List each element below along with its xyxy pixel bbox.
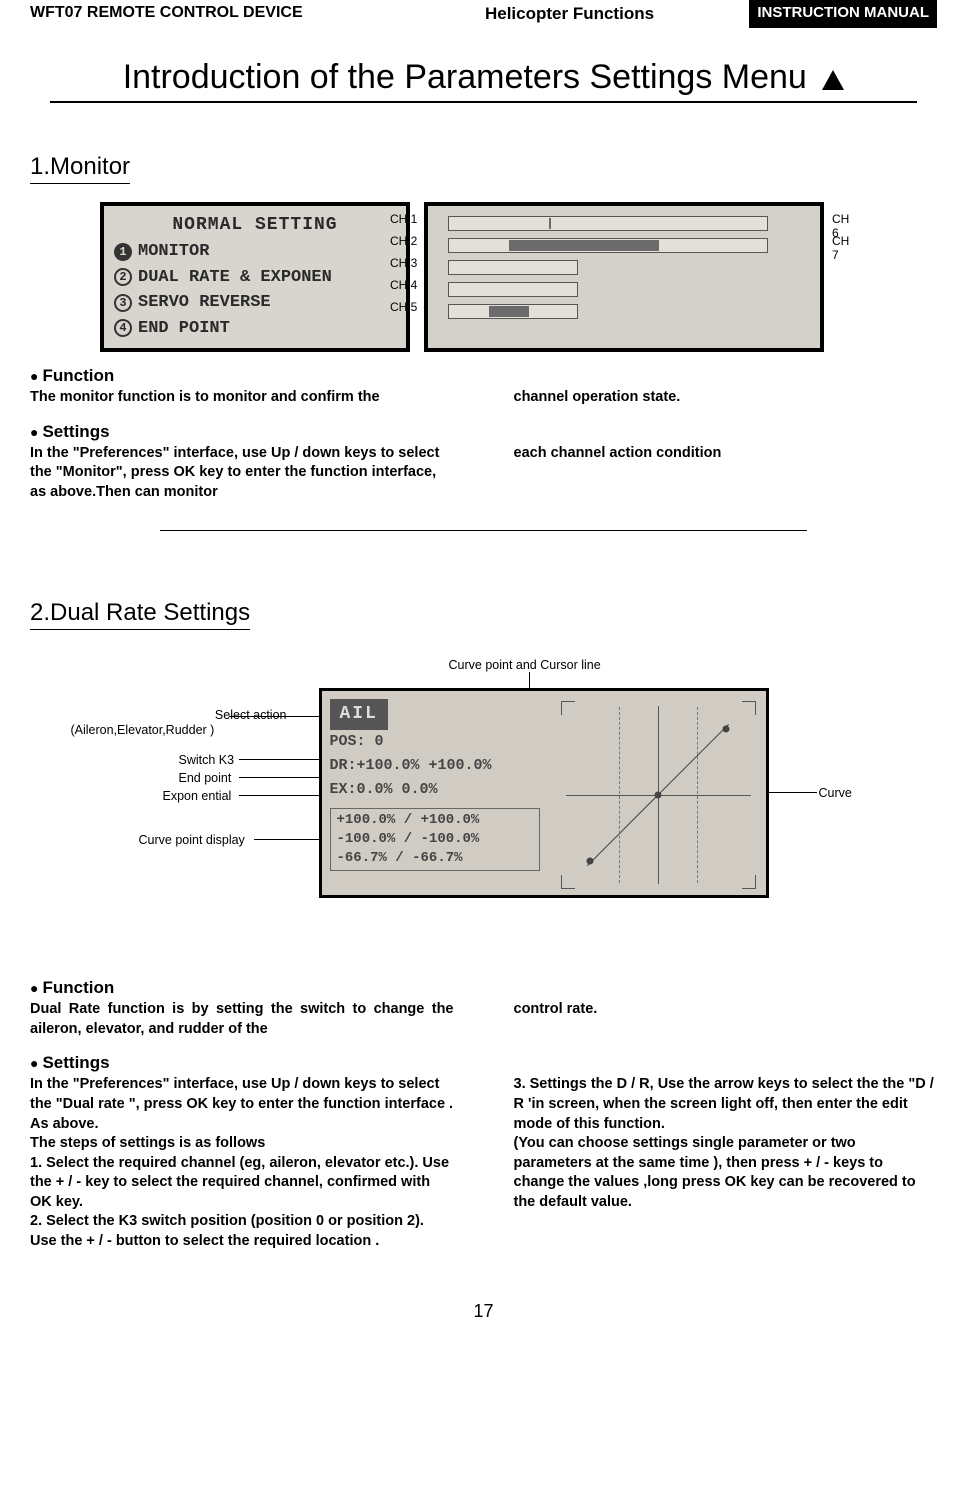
lcd-title: NORMAL SETTING: [114, 212, 396, 239]
monitor-function-text: The monitor function is to monitor and c…: [30, 388, 937, 408]
menu-num-1: 1: [114, 243, 132, 261]
monitor-lcd: NORMAL SETTING 1 MONITOR 2 DUAL RATE & EXP…: [100, 202, 410, 352]
lcd-ex: EX:0.0% 0.0%: [330, 781, 438, 798]
manual-badge: INSTRUCTION MANUAL: [749, 0, 937, 28]
ch-label-3: CH 3: [390, 256, 417, 270]
menu-item-2: DUAL RATE & EXPONEN: [138, 265, 332, 291]
monitor-settings-right: each channel action condition: [514, 444, 938, 503]
callout-expo: Expon ential: [163, 789, 232, 803]
lcd-curvebox: +100.0% / +100.0% -100.0% / -100.0% -66.…: [330, 808, 540, 871]
ch-label-4: CH 4: [390, 278, 417, 292]
monitor-heading: 1.Monitor: [30, 153, 130, 184]
curve-row-2: -100.0% / -100.0%: [337, 830, 533, 849]
ch-label-2: CH 2: [390, 234, 417, 248]
menu-item-4: END POINT: [138, 316, 230, 342]
product-name: WFT07 REMOTE CONTROL DEVICE: [30, 0, 390, 28]
page-number: 17: [30, 1301, 937, 1322]
monitor-settings-head: Settings: [30, 422, 937, 442]
dualrate-function-left: Dual Rate function is by setting the swi…: [30, 1000, 454, 1039]
monitor-function-right: channel operation state.: [514, 388, 938, 408]
lcd-pos: POS: 0: [330, 733, 384, 750]
page-title: Introduction of the Parameters Settings …: [50, 58, 917, 103]
callout-endpoint: End point: [179, 771, 232, 785]
menu-item-3: SERVO REVERSE: [138, 290, 271, 316]
page-title-text: Introduction of the Parameters Settings …: [123, 58, 807, 96]
dualrate-heading: 2.Dual Rate Settings: [30, 599, 250, 630]
menu-num-3: 3: [114, 294, 132, 312]
monitor-figure-row: NORMAL SETTING 1 MONITOR 2 DUAL RATE & EXP…: [100, 202, 937, 352]
ch-label-5: CH 5: [390, 300, 417, 314]
lcd-graph: [561, 701, 756, 889]
dualrate-settings-left: In the "Preferences" interface, use Up /…: [30, 1075, 454, 1251]
dualrate-function-head: Function: [30, 978, 937, 998]
dualrate-function-text: Dual Rate function is by setting the swi…: [30, 1000, 937, 1039]
monitor-settings-text: In the "Preferences" interface, use Up /…: [30, 444, 937, 503]
triangle-icon: [822, 70, 844, 90]
menu-num-2: 2: [114, 268, 132, 286]
monitor-function-head: Function: [30, 366, 937, 386]
ch-label-1: CH 1: [390, 212, 417, 226]
callout-select: Select action: [117, 708, 287, 722]
menu-num-4: 4: [114, 319, 132, 337]
monitor-settings-left: In the "Preferences" interface, use Up /…: [30, 444, 454, 503]
callout-cpd: Curve point display: [139, 833, 245, 847]
dualrate-settings-head: Settings: [30, 1053, 937, 1073]
section-divider: [160, 530, 807, 531]
ch-label-7: CH 7: [832, 234, 849, 262]
callout-switch: Switch K3: [179, 753, 235, 767]
dualrate-lcd: AIL POS: 0 DR:+100.0% +100.0% EX:0.0% 0.…: [319, 688, 769, 898]
callout-curve: Curve: [819, 786, 852, 800]
channels-lcd: [424, 202, 824, 352]
callout-select-sub: (Aileron,Elevator,Rudder ): [71, 723, 215, 737]
dualrate-diagram: Curve point and Cursor line Select actio…: [59, 658, 909, 958]
callout-top: Curve point and Cursor line: [449, 658, 601, 672]
dualrate-settings-right: 3. Settings the D / R, Use the arrow key…: [514, 1075, 938, 1251]
dualrate-settings-text: In the "Preferences" interface, use Up /…: [30, 1075, 937, 1251]
top-bar: WFT07 REMOTE CONTROL DEVICE Helicopter F…: [30, 0, 937, 28]
curve-row-3: -66.7% / -66.7%: [337, 849, 533, 868]
monitor-function-left: The monitor function is to monitor and c…: [30, 388, 454, 408]
curve-row-1: +100.0% / +100.0%: [337, 811, 533, 830]
channels-wrap: CH 1 CH 2 CH 3 CH 4 CH 5 CH 6 CH 7: [424, 202, 824, 352]
section-name: Helicopter Functions: [390, 0, 750, 28]
dualrate-function-right: control rate.: [514, 1000, 938, 1039]
lcd-dr: DR:+100.0% +100.0%: [330, 757, 492, 774]
lcd-ail: AIL: [330, 699, 388, 730]
menu-item-1: MONITOR: [138, 239, 209, 265]
